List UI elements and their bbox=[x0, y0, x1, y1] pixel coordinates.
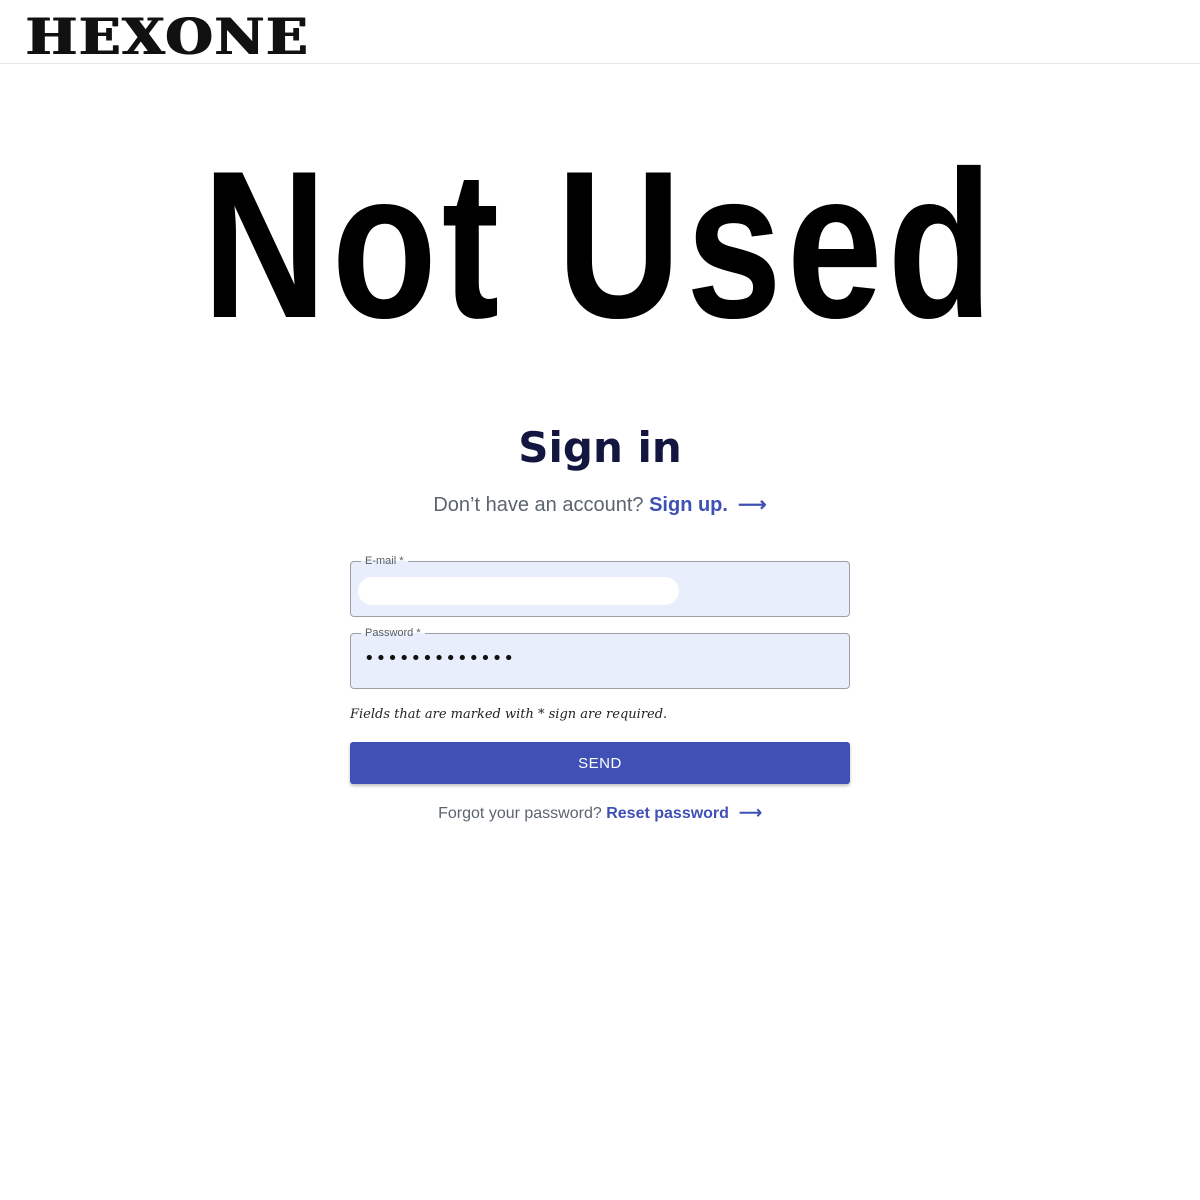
top-bar: HEXONE bbox=[0, 0, 1200, 64]
email-field[interactable]: E-mail * bbox=[350, 554, 850, 617]
reset-password-link[interactable]: Reset password bbox=[606, 805, 729, 822]
page-title: Sign in bbox=[518, 423, 682, 472]
send-button[interactable]: SEND bbox=[350, 742, 850, 784]
signup-prompt: Don’t have an account? Sign up. ⟶ bbox=[0, 492, 1200, 518]
email-label: E-mail * bbox=[361, 554, 408, 568]
password-input[interactable]: ••••••••••••• bbox=[364, 648, 834, 676]
forgot-password-prompt: Forgot your password? Reset password ⟶ bbox=[0, 803, 1200, 825]
forgot-text: Forgot your password? bbox=[438, 805, 602, 822]
hero-heading: Not Used bbox=[202, 127, 998, 362]
required-fields-note: Fields that are marked with * sign are r… bbox=[350, 707, 668, 722]
email-input[interactable] bbox=[358, 577, 679, 605]
hexone-logo[interactable]: HEXONE bbox=[26, 12, 310, 62]
password-field[interactable]: Password * ••••••••••••• bbox=[350, 626, 850, 689]
password-label: Password * bbox=[361, 626, 425, 640]
arrow-right-icon[interactable]: ⟶ bbox=[738, 492, 767, 518]
no-account-text: Don’t have an account? bbox=[433, 494, 644, 516]
arrow-right-icon[interactable]: ⟶ bbox=[739, 803, 762, 825]
sign-up-link[interactable]: Sign up. bbox=[649, 494, 728, 516]
